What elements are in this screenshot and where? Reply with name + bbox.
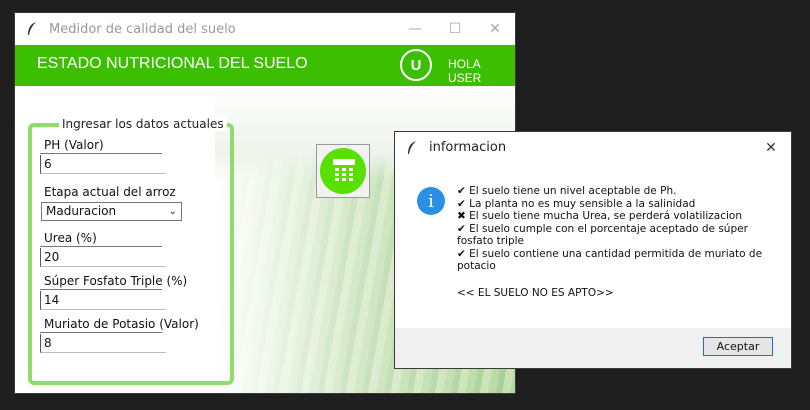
info-dialog: informacion ✕ i ✔ El suelo tiene un nive… bbox=[394, 131, 792, 369]
feather-icon bbox=[28, 22, 36, 35]
dialog-footer: Aceptar bbox=[395, 328, 791, 368]
ph-input[interactable]: 6 bbox=[40, 153, 166, 174]
chevron-down-icon[interactable]: ⌄ bbox=[169, 203, 177, 220]
potash-label: Muriato de Potasio (Valor) bbox=[44, 317, 199, 331]
maximize-button[interactable]: ☐ bbox=[435, 13, 475, 45]
avatar[interactable]: U bbox=[400, 49, 432, 81]
verdict-text: << EL SUELO NO ES APTO>> bbox=[457, 286, 614, 299]
message-line: ✔ La planta no es muy sensible a la sali… bbox=[457, 197, 696, 210]
calculate-button[interactable] bbox=[316, 144, 370, 198]
main-window-title: Medidor de calidad del suelo bbox=[49, 21, 236, 37]
greeting-label: HOLA USER bbox=[448, 57, 482, 85]
info-icon: i bbox=[417, 187, 445, 215]
potash-input[interactable]: 8 bbox=[40, 332, 166, 353]
urea-input[interactable]: 20 bbox=[40, 246, 166, 267]
phosphate-input[interactable]: 14 bbox=[40, 289, 166, 310]
app-header: ESTADO NUTRICIONAL DEL SUELO U HOLA USER bbox=[15, 45, 515, 86]
group-label: Ingresar los datos actuales bbox=[59, 117, 227, 131]
dialog-title: informacion bbox=[429, 140, 507, 155]
message-line: ✖ El suelo tiene mucha Urea, se perderá … bbox=[457, 210, 742, 222]
minimize-button[interactable]: — bbox=[395, 13, 435, 45]
dialog-close-button[interactable]: ✕ bbox=[751, 132, 791, 164]
stage-select-value: Maduracion bbox=[46, 204, 117, 218]
page-title: ESTADO NUTRICIONAL DEL SUELO bbox=[37, 55, 308, 72]
urea-label: Urea (%) bbox=[44, 231, 97, 245]
main-titlebar[interactable]: Medidor de calidad del suelo — ☐ ✕ bbox=[15, 13, 515, 45]
stage-select[interactable]: Maduracion ⌄ bbox=[41, 202, 182, 221]
close-button[interactable]: ✕ bbox=[475, 13, 515, 45]
message-line: ✔ El suelo tiene un nivel aceptable de P… bbox=[457, 185, 677, 197]
feather-icon bbox=[408, 140, 416, 154]
stage-label: Etapa actual del arroz bbox=[44, 185, 176, 199]
message-line: ✔ El suelo contiene una cantidad permiti… bbox=[457, 247, 763, 273]
calculator-icon bbox=[333, 159, 355, 181]
dialog-body: i ✔ El suelo tiene un nivel aceptable de… bbox=[395, 163, 791, 328]
dialog-titlebar[interactable]: informacion ✕ bbox=[395, 132, 791, 163]
accept-button[interactable]: Aceptar bbox=[703, 337, 773, 356]
message-line: ✔ El suelo cumple con el porcentaje acep… bbox=[457, 222, 748, 248]
phosphate-label: Súper Fosfato Triple (%) bbox=[44, 274, 188, 288]
ph-label: PH (Valor) bbox=[44, 138, 104, 152]
dialog-message: ✔ El suelo tiene un nivel aceptable de P… bbox=[457, 185, 775, 299]
